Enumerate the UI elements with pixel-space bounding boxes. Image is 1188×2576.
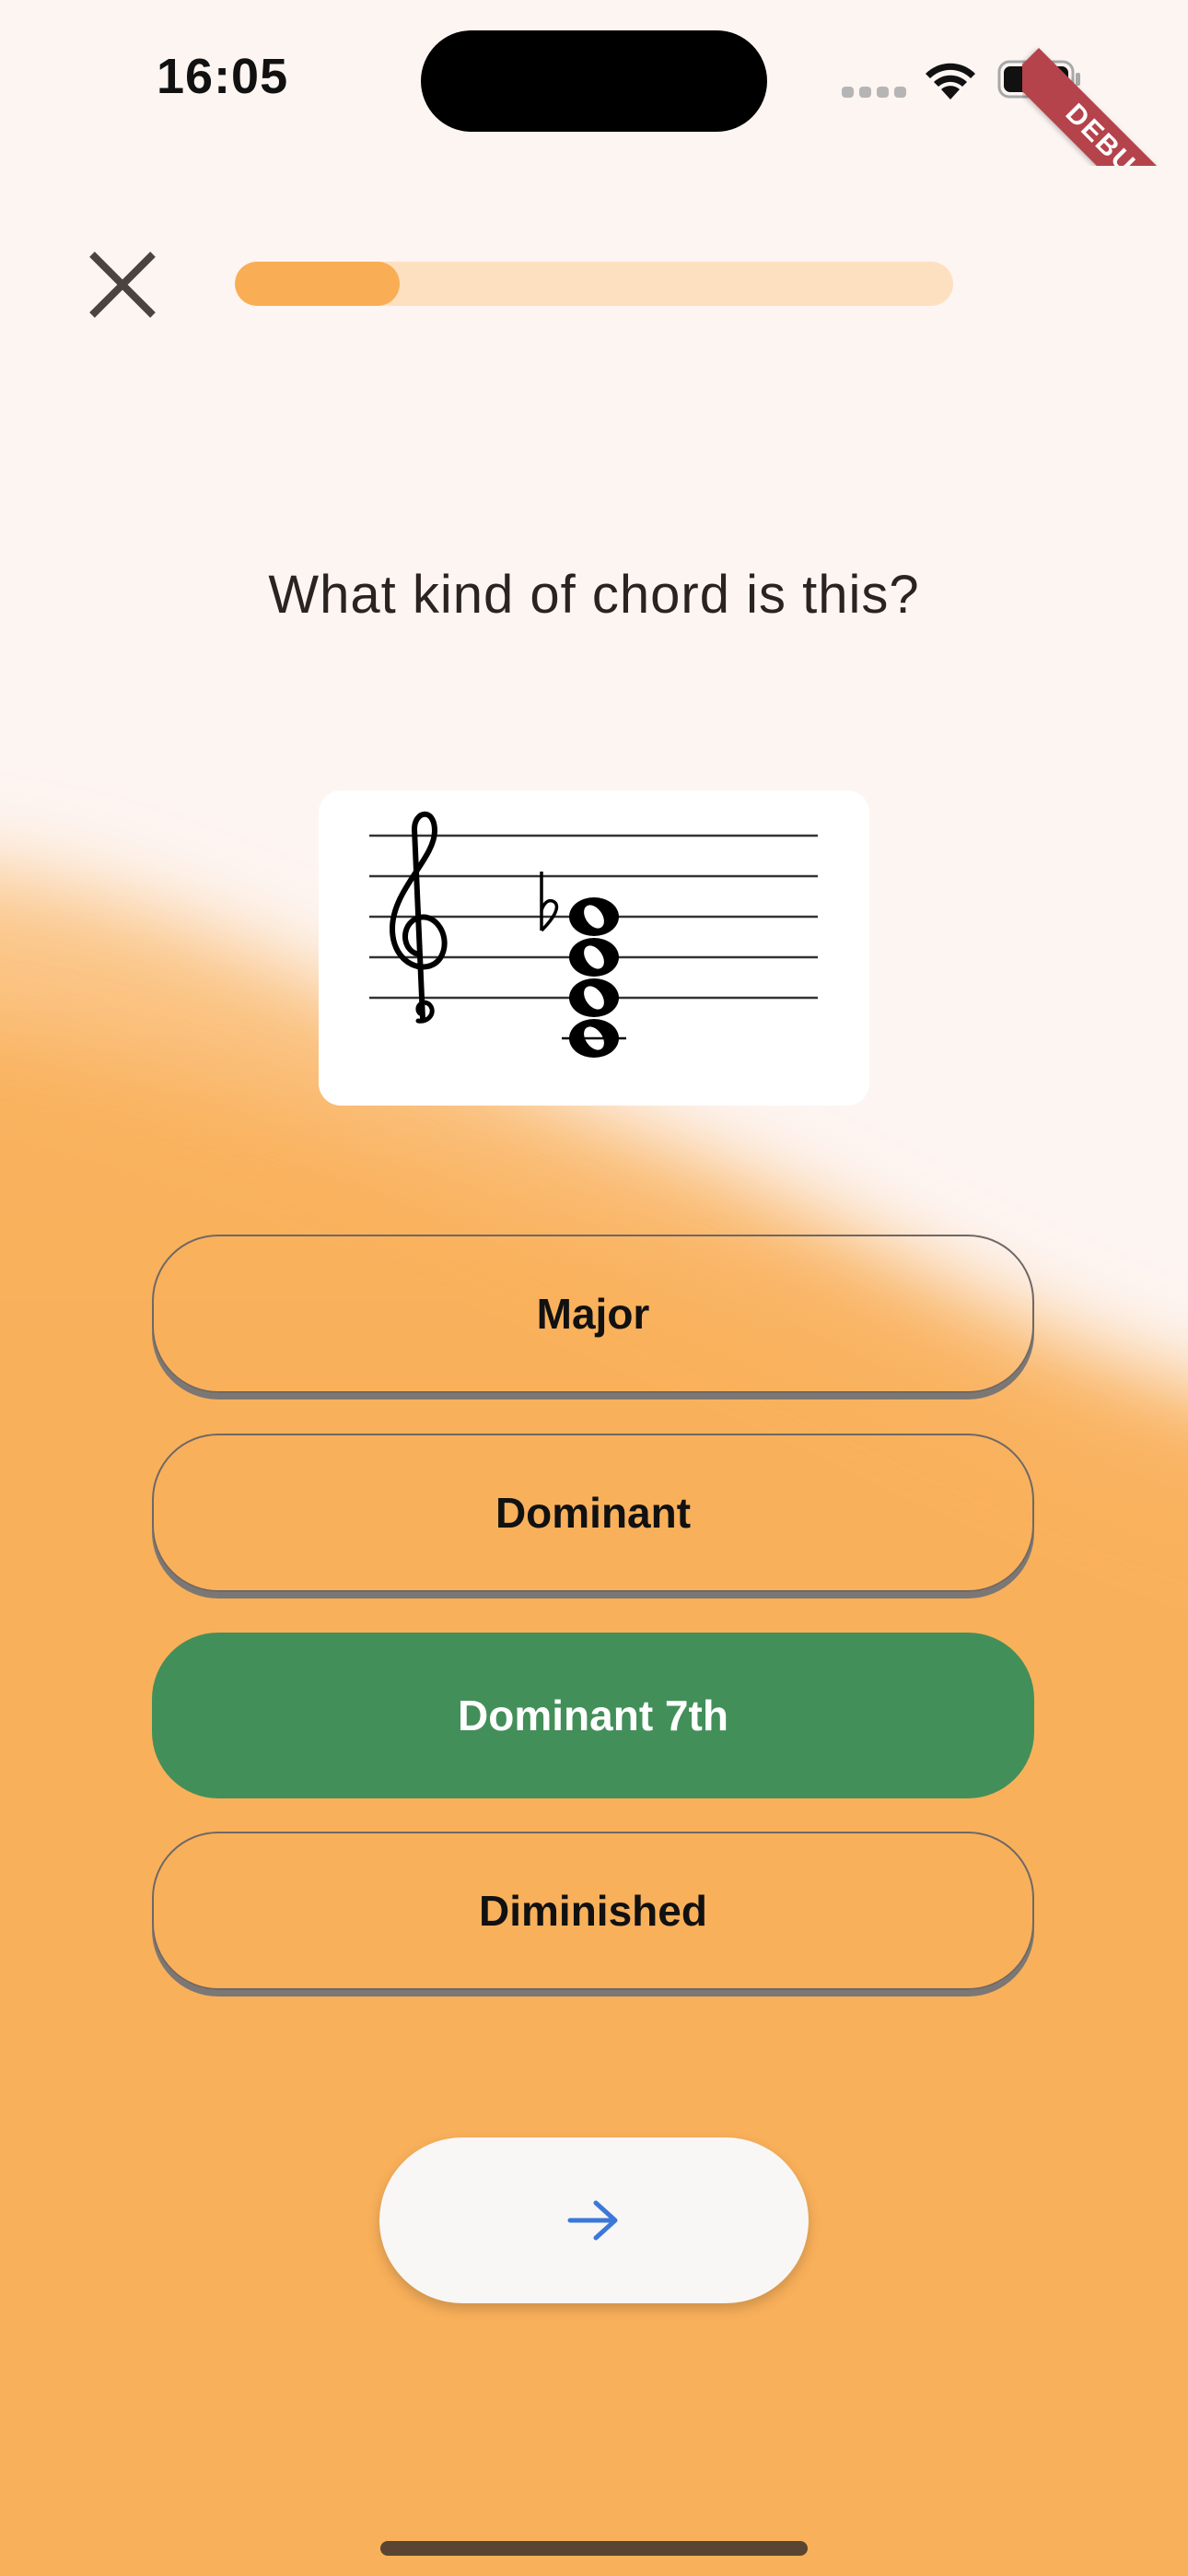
next-button[interactable] xyxy=(379,2137,809,2303)
wifi-icon xyxy=(926,63,975,100)
dynamic-island xyxy=(421,30,767,132)
progress-fill xyxy=(235,262,401,306)
progress-bar xyxy=(235,262,953,306)
option-dominant-button[interactable]: Dominant xyxy=(152,1434,1034,1592)
debug-banner-label: DEBUG xyxy=(1022,48,1188,166)
option-diminished-button[interactable]: Diminished xyxy=(152,1832,1034,1990)
flat-accidental-icon xyxy=(540,872,559,932)
music-staff xyxy=(369,811,818,1058)
chord-notes xyxy=(562,897,626,1058)
question-text: What kind of chord is this? xyxy=(268,565,920,625)
close-button[interactable] xyxy=(81,247,164,330)
status-time: 16:05 xyxy=(157,49,289,104)
option-dominant-7th-button[interactable]: Dominant 7th xyxy=(152,1633,1034,1798)
home-indicator xyxy=(380,2541,808,2556)
debug-banner: DEBUG xyxy=(1022,0,1188,166)
arrow-right-icon xyxy=(567,2200,618,2241)
chord-staff-card xyxy=(319,790,869,1106)
status-bar: 16:05 xyxy=(0,0,1188,166)
option-major-button[interactable]: Major xyxy=(152,1235,1034,1393)
signal-icon xyxy=(842,87,906,98)
close-icon xyxy=(89,252,156,318)
